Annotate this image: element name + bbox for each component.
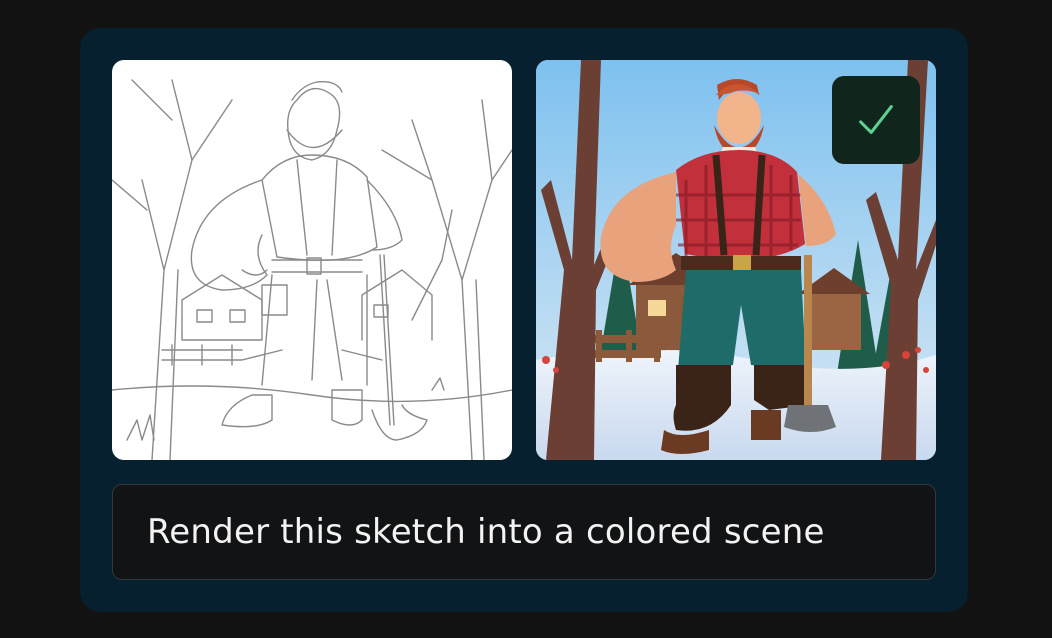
comparison-card: Render this sketch into a colored scene (80, 28, 968, 612)
success-check-badge (832, 76, 920, 164)
prompt-text: Render this sketch into a colored scene (147, 512, 825, 552)
sketch-illustration (112, 79, 512, 460)
sketch-image (112, 60, 512, 460)
checkmark-icon (859, 105, 893, 134)
prompt-input[interactable]: Render this sketch into a colored scene (112, 484, 936, 580)
